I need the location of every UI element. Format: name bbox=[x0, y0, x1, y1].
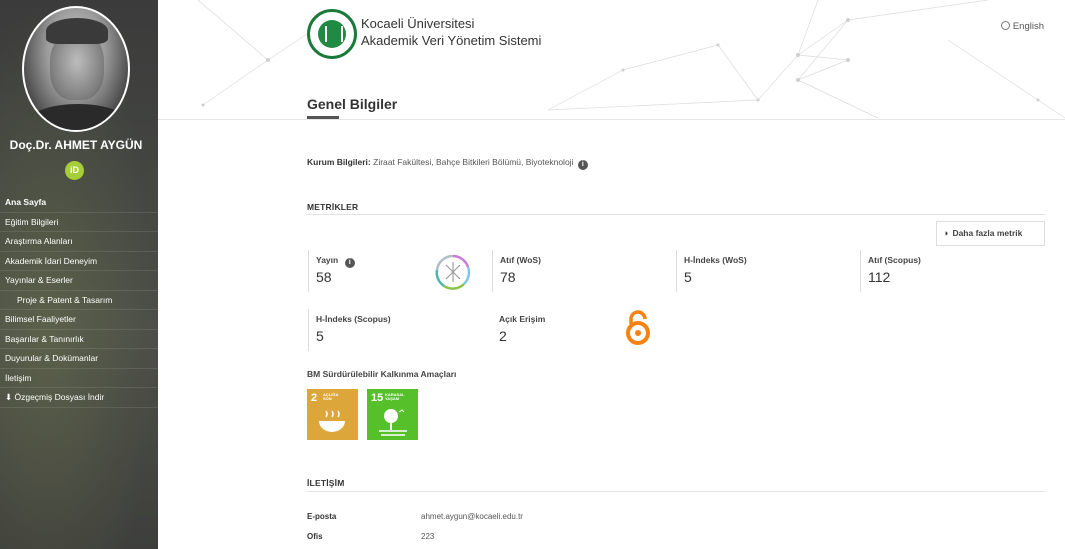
bowl-icon bbox=[319, 410, 345, 432]
nav-item-bilimsel[interactable]: Bilimsel Faaliyetler bbox=[0, 310, 158, 330]
contact-key: E-posta bbox=[307, 512, 337, 521]
nav-item-arastirma[interactable]: Araştırma Alanları bbox=[0, 232, 158, 252]
metric-label: Atıf (WoS) bbox=[500, 255, 541, 265]
metric-value: 5 bbox=[684, 269, 692, 285]
metric-label: Açık Erişim bbox=[499, 314, 546, 324]
metric-h-index-wos[interactable]: H-İndeks (WoS) 5 bbox=[676, 250, 856, 292]
more-metrics-button[interactable]: ◑ Daha fazla metrik bbox=[936, 221, 1045, 246]
metric-value: 78 bbox=[500, 269, 516, 285]
dimensions-badge-icon[interactable] bbox=[434, 253, 472, 291]
profile-name: Doç.Dr. AHMET AYGÜN bbox=[9, 138, 143, 152]
logo-emblem bbox=[318, 20, 346, 48]
contact-divider bbox=[307, 491, 1045, 492]
page-header bbox=[158, 0, 1065, 120]
open-access-icon[interactable] bbox=[625, 310, 651, 346]
nav-item-ozgecmis-indir[interactable]: ⬇ Özgeçmiş Dosyası İndir bbox=[0, 388, 158, 408]
metrics-section-title: METRİKLER bbox=[307, 202, 359, 212]
sdg-number: 2 bbox=[311, 392, 318, 404]
university-name: Kocaeli Üniversitesi bbox=[361, 16, 475, 31]
metric-value: 58 bbox=[316, 269, 332, 285]
globe-icon bbox=[1000, 21, 1010, 30]
sdg-goal-15[interactable]: 15 KARASAL YAŞAM bbox=[367, 389, 418, 440]
metric-value: 112 bbox=[868, 269, 891, 285]
info-icon[interactable]: i bbox=[577, 160, 588, 170]
sdg-text: AÇLIĞA SON bbox=[323, 392, 339, 401]
nav-item-egitim[interactable]: Eğitim Bilgileri bbox=[0, 213, 158, 232]
sidebar-nav: Ana Sayfa Eğitim Bilgileri Araştırma Ala… bbox=[0, 193, 158, 408]
metric-label: H-İndeks (WoS) bbox=[684, 255, 747, 265]
nav-item-idari-deneyim[interactable]: Akademik İdari Deneyim bbox=[0, 252, 158, 271]
metrics-divider bbox=[307, 214, 1045, 215]
metric-value: 2 bbox=[499, 328, 507, 344]
contact-section-title: İLETİŞİM bbox=[307, 478, 345, 488]
more-metrics-label: Daha fazla metrik bbox=[952, 228, 1023, 238]
page-title: Genel Bilgiler bbox=[307, 96, 398, 112]
language-switch[interactable]: English bbox=[1000, 21, 1044, 32]
info-icon[interactable]: i bbox=[344, 258, 355, 268]
tree-icon bbox=[379, 409, 407, 436]
sdg-section-title: BM Sürdürülebilir Kalkınma Amaçları bbox=[307, 369, 457, 379]
metric-value: 5 bbox=[316, 328, 324, 344]
nav-item-duyurular[interactable]: Duyurular & Dokümanlar bbox=[0, 349, 158, 369]
nav-item-ana-sayfa[interactable]: Ana Sayfa bbox=[0, 193, 158, 213]
language-label: English bbox=[1012, 21, 1044, 32]
institution-value: Ziraat Fakültesi, Bahçe Bitkileri Bölümü… bbox=[373, 157, 574, 167]
title-underline bbox=[307, 116, 339, 119]
contact-key: Ofis bbox=[307, 532, 323, 541]
institution-info: Kurum Bilgileri: Ziraat Fakültesi, Bahçe… bbox=[307, 157, 588, 170]
orcid-icon[interactable]: iD bbox=[65, 161, 84, 180]
nav-item-proje[interactable]: Proje & Patent & Tasarım bbox=[0, 291, 158, 310]
nav-item-yayinlar[interactable]: Yayınlar & Eserler bbox=[0, 271, 158, 291]
sidebar: Doç.Dr. AHMET AYGÜN iD Ana Sayfa Eğitim … bbox=[0, 0, 158, 549]
dashboard-icon: ◑ bbox=[943, 228, 949, 238]
profile-photo bbox=[22, 6, 130, 132]
metric-label: Yayın bbox=[316, 255, 339, 265]
sdg-text: KARASAL YAŞAM bbox=[385, 392, 405, 401]
photo-shoulders bbox=[26, 104, 128, 130]
university-logo[interactable] bbox=[307, 9, 357, 59]
email-link[interactable]: ahmet.aygun@kocaeli.edu.tr bbox=[421, 512, 523, 521]
nav-item-basarilar[interactable]: Başarılar & Tanınırlık bbox=[0, 330, 158, 349]
metric-h-index-scopus[interactable]: H-İndeks (Scopus) 5 bbox=[308, 309, 488, 351]
office-value: 223 bbox=[421, 532, 435, 541]
institution-label: Kurum Bilgileri: bbox=[307, 157, 371, 167]
sdg-goal-2[interactable]: 2 AÇLIĞA SON bbox=[307, 389, 358, 440]
metric-label: Atıf (Scopus) bbox=[868, 255, 921, 265]
nav-item-iletisim[interactable]: İletişim bbox=[0, 369, 158, 388]
header-network-decoration bbox=[197, 0, 1065, 119]
system-name: Akademik Veri Yönetim Sistemi bbox=[361, 33, 542, 48]
photo-hair bbox=[46, 18, 108, 44]
sdg-number: 15 bbox=[371, 392, 384, 404]
metric-atif-wos[interactable]: Atıf (WoS) 78 bbox=[492, 250, 672, 292]
metric-label: H-İndeks (Scopus) bbox=[316, 314, 391, 324]
metric-atif-scopus[interactable]: Atıf (Scopus) 112 bbox=[860, 250, 1040, 292]
